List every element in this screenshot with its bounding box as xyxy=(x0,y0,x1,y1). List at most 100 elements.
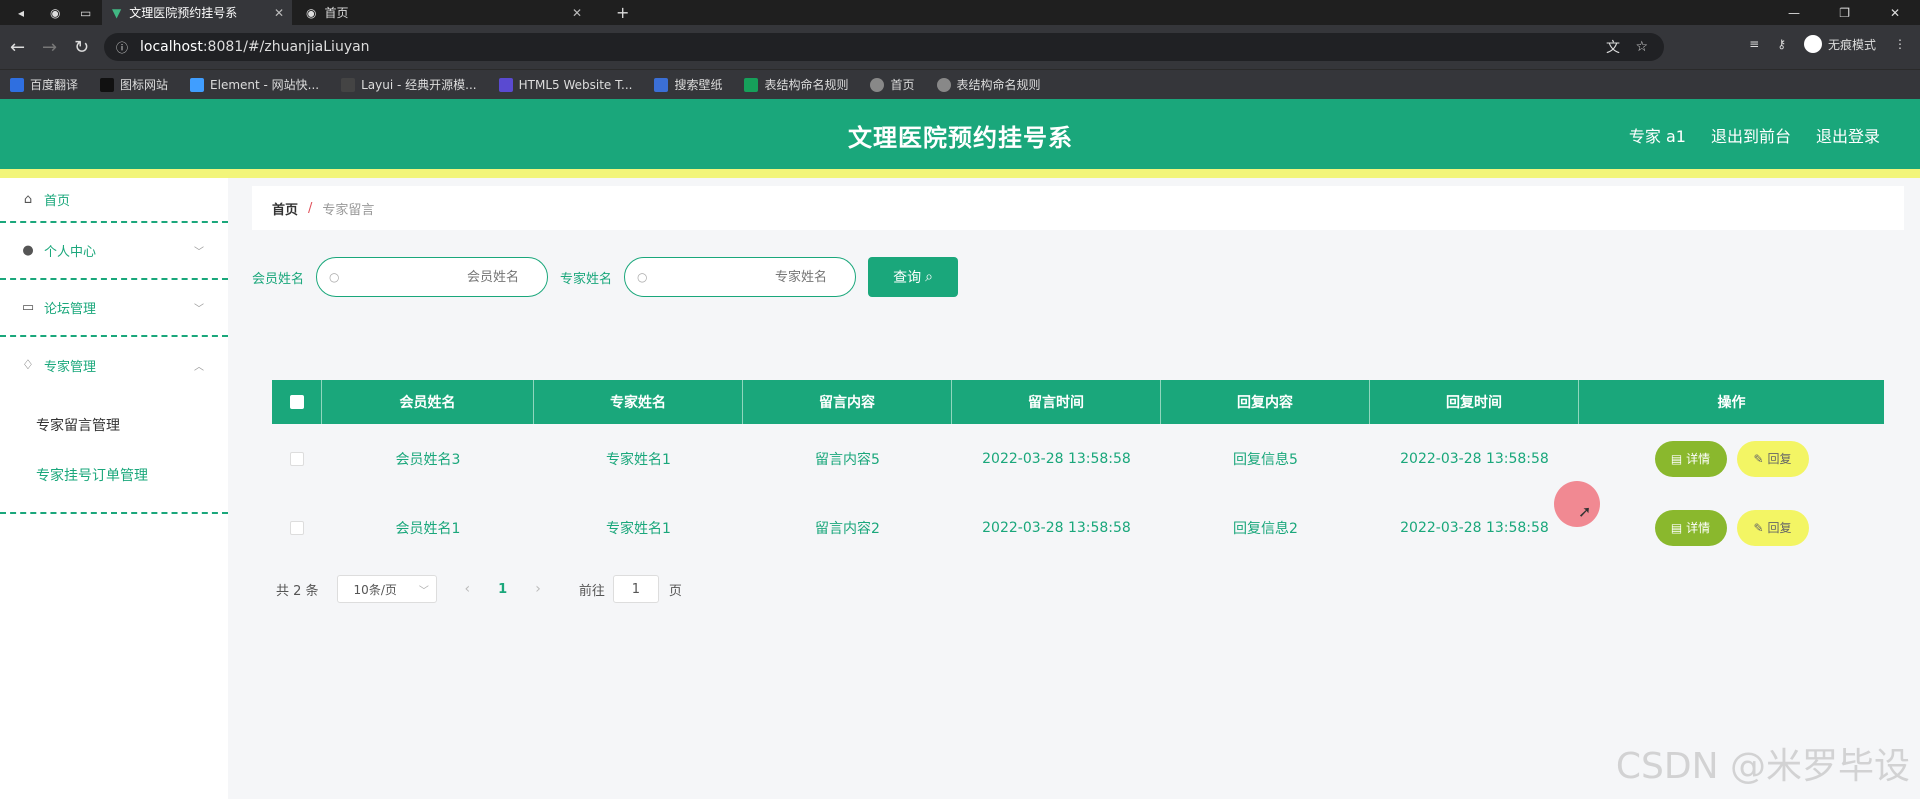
sidebar: ⌂ 首页 ● 个人中心 ﹀ ▭ 论坛管理 ﹀ ♢ 专家管理 ︿ 专家留言管理 专… xyxy=(0,178,228,799)
breadcrumb-sep: / xyxy=(308,200,313,216)
chevron-down-icon: ﹀ xyxy=(418,585,429,597)
row-checkbox[interactable] xyxy=(290,520,304,535)
html5-icon xyxy=(498,77,513,92)
sidebar-item-forum[interactable]: ▭ 论坛管理 ﹀ xyxy=(0,280,228,337)
sidebar-item-personal[interactable]: ● 个人中心 ﹀ xyxy=(0,223,228,280)
breadcrumb-home[interactable]: 首页 xyxy=(272,199,298,218)
baidu-translate-icon xyxy=(10,77,24,92)
vue-icon: ▼ xyxy=(112,5,122,20)
bookmark-item[interactable]: 搜索壁纸 xyxy=(654,76,722,93)
sidebar-item-expert-message[interactable]: 专家留言管理 xyxy=(0,400,228,450)
tab-home[interactable]: ◉ 首页 ✕ xyxy=(296,0,590,25)
bookmark-item[interactable]: 表结构命名规则 xyxy=(936,76,1041,93)
key-icon[interactable]: ⚷ xyxy=(1777,37,1786,51)
address-bar-row: ← → ↻ ⓘ localhost:8081/#/zhuanjiaLiuyan … xyxy=(0,25,1920,69)
document-icon: ▤ xyxy=(1670,520,1683,535)
bookmark-item[interactable]: Element - 网站快... xyxy=(190,76,319,93)
detail-button[interactable]: ▤ 详情 xyxy=(1654,440,1727,477)
search-icon: ⌕ xyxy=(925,269,933,285)
browser-tab-strip: ◂ ◉ ▭ ▼ 文理医院预约挂号系 ✕ ◉ 首页 ✕ + — ❐ ✕ xyxy=(0,0,1920,25)
expert-name-field[interactable]: ○ xyxy=(624,257,857,297)
incognito-icon xyxy=(1803,35,1822,53)
select-all-checkbox[interactable] xyxy=(289,395,304,409)
table-row: 会员姓名3 专家姓名1 留言内容5 2022-03-28 13:58:58 回复… xyxy=(272,424,1884,493)
table-cell: 会员姓名1 xyxy=(395,520,461,537)
globe-icon xyxy=(870,77,885,92)
close-tab-icon[interactable]: ✕ xyxy=(274,6,284,20)
chevron-down-icon: ﹀ xyxy=(194,247,204,258)
app-title: 文理医院预约挂号系 xyxy=(848,124,1073,152)
table-cell: 回复信息2 xyxy=(1233,520,1298,537)
tab-active[interactable]: ▼ 文理医院预约挂号系 ✕ xyxy=(102,0,292,25)
sidebar-item-home[interactable]: ⌂ 首页 xyxy=(0,178,228,223)
user-label[interactable]: 专家 a1 xyxy=(1629,123,1686,147)
table-cell: 会员姓名3 xyxy=(395,451,461,468)
prev-page-icon[interactable]: ‹ xyxy=(465,581,471,597)
globe-tab-icon[interactable]: ◉ xyxy=(40,0,70,25)
restore-icon[interactable]: ❐ xyxy=(1829,0,1860,25)
member-name-field[interactable]: ○ xyxy=(316,257,549,297)
column-header: 专家姓名 xyxy=(534,380,743,424)
search-icon: ○ xyxy=(637,270,648,284)
bookmark-item[interactable]: HTML5 Website T... xyxy=(498,77,632,92)
expert-name-label: 专家姓名 xyxy=(560,271,613,287)
document-icon: ▤ xyxy=(1670,451,1683,466)
table-cell: 专家姓名1 xyxy=(606,451,671,468)
close-window-icon[interactable]: ✕ xyxy=(1880,0,1910,25)
bookmark-item[interactable]: 首页 xyxy=(870,76,915,93)
row-checkbox[interactable] xyxy=(290,451,304,466)
incognito-badge[interactable]: 无痕模式 xyxy=(1803,35,1876,53)
page-number[interactable]: 1 xyxy=(498,582,507,597)
table-cell: 留言内容5 xyxy=(815,451,880,468)
detail-button[interactable]: ▤ 详情 xyxy=(1654,509,1727,546)
front-link[interactable]: 退出到前台 xyxy=(1711,123,1791,147)
sidebar-item-expert-orders[interactable]: 专家挂号订单管理 xyxy=(0,450,228,500)
back-icon[interactable]: ← xyxy=(10,37,25,58)
bookmark-item[interactable]: 图标网站 xyxy=(100,76,168,93)
audio-icon[interactable]: ◂ xyxy=(8,0,34,25)
wallpaper-icon xyxy=(654,77,669,92)
row-actions: ▤ 详情 ✎ 回复 xyxy=(1579,493,1884,562)
member-name-input[interactable] xyxy=(347,258,538,296)
star-icon[interactable]: ☆ xyxy=(1635,39,1648,55)
user-icon: ● xyxy=(22,243,34,258)
reading-list-icon[interactable]: ≡ xyxy=(1749,37,1759,51)
bookmarks-bar: 百度翻译 图标网站 Element - 网站快... Layui - 经典开源模… xyxy=(0,69,1920,99)
click-indicator xyxy=(1554,481,1600,527)
reload-icon[interactable]: ↻ xyxy=(74,37,89,58)
goto-page-input[interactable]: 1 xyxy=(612,575,659,603)
reply-button[interactable]: ✎ 回复 xyxy=(1736,440,1809,477)
page-size-select[interactable]: 10条/页 ﹀ xyxy=(336,575,437,603)
row-select-cell xyxy=(272,424,322,493)
bell-off-icon: ♢ xyxy=(22,358,34,373)
url-input[interactable]: ⓘ localhost:8081/#/zhuanjiaLiuyan 文 ☆ xyxy=(104,33,1664,61)
logout-link[interactable]: 退出登录 xyxy=(1816,123,1880,147)
browser-actions: ≡ ⚷ 无痕模式 ⋮ xyxy=(1749,35,1906,53)
table-row: 会员姓名1 专家姓名1 留言内容2 2022-03-28 13:58:58 回复… xyxy=(272,493,1884,562)
menu-icon[interactable]: ⋮ xyxy=(1894,37,1906,51)
reply-button[interactable]: ✎ 回复 xyxy=(1736,509,1809,546)
sidebar-item-expert[interactable]: ♢ 专家管理 ︿ xyxy=(0,337,228,394)
query-button[interactable]: 查询 ⌕ xyxy=(868,257,959,297)
forward-icon[interactable]: → xyxy=(42,37,57,58)
table-cell: 2022-03-28 13:58:58 xyxy=(1400,519,1549,536)
column-header: 留言内容 xyxy=(743,380,952,424)
chevron-down-icon: ﹀ xyxy=(194,304,204,315)
watermark: CSDN @米罗毕设 xyxy=(1615,746,1910,787)
minimize-icon[interactable]: — xyxy=(1778,0,1810,25)
member-name-label: 会员姓名 xyxy=(252,271,305,287)
blank-tab-icon[interactable]: ▭ xyxy=(70,0,101,25)
translate-icon[interactable]: 文 xyxy=(1606,37,1620,57)
cursor-icon: ➚ xyxy=(1578,502,1592,521)
expert-name-input[interactable] xyxy=(655,258,846,296)
bookmark-item[interactable]: 表结构命名规则 xyxy=(744,76,848,93)
message-table: 会员姓名 专家姓名 留言内容 留言时间 回复内容 回复时间 操作 会员姓名3 专… xyxy=(272,380,1884,562)
new-tab-button[interactable]: + xyxy=(606,0,639,25)
search-icon: ○ xyxy=(329,270,340,284)
header-links: 专家 a1 退出到前台 退出登录 xyxy=(1629,123,1880,147)
bookmark-item[interactable]: Layui - 经典开源模... xyxy=(341,76,477,93)
bookmark-item[interactable]: 百度翻译 xyxy=(10,76,78,93)
next-page-icon[interactable]: › xyxy=(535,581,541,597)
close-tab-icon[interactable]: ✕ xyxy=(572,6,582,20)
globe-icon: ◉ xyxy=(306,5,317,20)
